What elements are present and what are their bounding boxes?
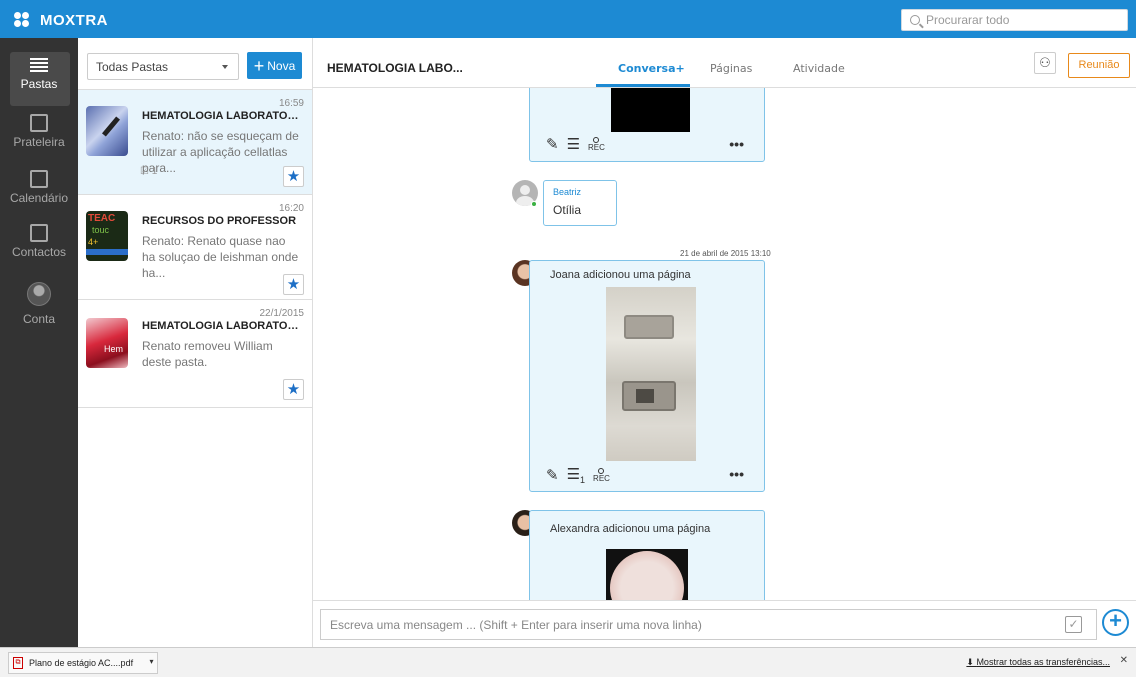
folder-preview: Renato: não se esqueçam de utilizar a ap… [142, 129, 299, 175]
logo-mark-icon [14, 12, 36, 28]
folder-title: HEMATOLOGIA LABORATORI... [142, 320, 302, 332]
page-card[interactable]: Alexandra adicionou uma página [529, 510, 765, 600]
page-thumbnail [611, 88, 690, 132]
left-nav: Pastas Prateleira Calendário Contactos C… [0, 38, 78, 647]
comment-icon[interactable]: ☰ [567, 135, 580, 153]
folder-list-header: Todas Pastas + Nova [78, 38, 312, 90]
folder-time: 16:20 [278, 203, 304, 214]
conversation-feed: ✎ ☰ REC ••• Beatriz Otília 21 de abril d… [313, 88, 1136, 600]
new-folder-button[interactable]: + Nova [247, 52, 302, 79]
todo-check-icon[interactable]: ✓ [1065, 616, 1082, 633]
chat-bubble: Beatriz Otília [543, 180, 617, 226]
folder-item[interactable]: 16:59 HEMATOLOGIA LABORATORI... Renato: … [78, 90, 312, 195]
pdf-icon: ⧉ [13, 657, 23, 669]
record-icon[interactable]: REC [588, 136, 605, 152]
tab-paginas[interactable]: Páginas [710, 62, 752, 75]
shelf-icon [30, 114, 48, 132]
folder-title: RECURSOS DO PROFESSOR [142, 215, 297, 227]
logo-text: MOXTRA [40, 11, 108, 29]
caret-down-icon [222, 65, 228, 69]
folder-filter-dropdown[interactable]: Todas Pastas [87, 53, 239, 80]
top-bar: MOXTRA Procurarar todo [0, 0, 1136, 38]
meeting-button[interactable]: Reunião [1068, 53, 1130, 78]
star-icon[interactable]: ★ [283, 379, 304, 400]
star-icon[interactable]: ★ [283, 166, 304, 187]
more-options-icon[interactable]: ••• [729, 136, 744, 152]
folder-time: 22/1/2015 [259, 308, 305, 319]
page-thumbnail [606, 287, 696, 461]
folder-preview: Renato: Renato quase nao ha soluçao de l… [142, 234, 299, 280]
card-text: Alexandra adicionou uma página [550, 523, 711, 535]
nav-item-contactos[interactable]: Contactos [0, 224, 78, 259]
pencil-icon[interactable]: ✎ [546, 466, 559, 484]
star-icon[interactable]: ★ [283, 274, 304, 295]
folder-item[interactable]: TEAC touc 4+ 16:20 RECURSOS DO PROFESSOR… [78, 195, 312, 300]
page-thumbnail [606, 549, 688, 600]
conversation-header: HEMATOLOGIA LABO... Conversa+ Páginas At… [313, 38, 1136, 88]
message-timestamp: 21 de abril de 2015 13:10 [680, 249, 771, 258]
close-icon[interactable]: ✕ [1120, 655, 1128, 666]
calendar-icon [30, 170, 48, 188]
folder-thumbnail: TEAC touc 4+ [86, 211, 128, 261]
moxtra-logo[interactable]: MOXTRA [14, 10, 108, 30]
message-input[interactable]: Escreva uma mensagem ... (Shift + Enter … [320, 609, 1097, 640]
todo-count: ☑ 1 [140, 166, 158, 177]
nav-label: Contactos [11, 245, 67, 259]
folder-time: 16:59 [278, 98, 304, 109]
search-placeholder: Procurarar todo [926, 13, 1010, 27]
folder-item[interactable]: Hem 22/1/2015 HEMATOLOGIA LABORATORI... … [78, 300, 312, 408]
sender-name: Beatriz [553, 187, 582, 197]
tab-atividade[interactable]: Atividade [793, 62, 845, 75]
download-menu-arrow[interactable]: ▾ [146, 652, 158, 674]
download-bar: ⧉ Plano de estágio AC....pdf ▾ ⬇ Mostrar… [0, 647, 1136, 677]
search-input[interactable]: Procurarar todo [901, 9, 1128, 31]
page-title: HEMATOLOGIA LABO... [327, 61, 463, 75]
download-item[interactable]: ⧉ Plano de estágio AC....pdf [8, 652, 148, 674]
folder-title: HEMATOLOGIA LABORATORI... [142, 110, 302, 122]
nav-label: Conta [22, 312, 56, 326]
page-card[interactable]: ✎ ☰ REC ••• [529, 88, 765, 162]
show-all-downloads-link[interactable]: ⬇ Mostrar todas as transferências... [966, 657, 1110, 668]
new-button-label: Nova [267, 58, 296, 73]
card-toolbar: ✎ ☰ REC [546, 135, 605, 153]
list-icon [30, 56, 48, 74]
nav-label: Calendário [9, 191, 69, 205]
online-status-dot [531, 201, 537, 207]
add-button[interactable]: + [1102, 609, 1129, 636]
folder-thumbnail [86, 106, 128, 156]
download-filename: Plano de estágio AC....pdf [29, 658, 134, 668]
message-placeholder: Escreva uma mensagem ... (Shift + Enter … [330, 618, 702, 632]
nav-label: Prateleira [13, 135, 65, 149]
message-composer: Escreva uma mensagem ... (Shift + Enter … [313, 600, 1136, 647]
dropdown-value: Todas Pastas [96, 60, 169, 74]
pencil-icon[interactable]: ✎ [546, 135, 559, 153]
account-avatar [27, 282, 51, 306]
more-options-icon[interactable]: ••• [729, 466, 744, 482]
active-tab-indicator [596, 84, 690, 87]
page-card[interactable]: Joana adicionou uma página ✎ ☰1 REC ••• [529, 260, 765, 492]
search-icon [910, 15, 920, 25]
members-icon[interactable]: ⚇ [1034, 52, 1056, 74]
tab-conversa[interactable]: Conversa+ [618, 62, 685, 75]
plus-icon: + [253, 55, 265, 76]
contacts-icon [30, 224, 48, 242]
card-text: Joana adicionou uma página [550, 269, 691, 281]
card-toolbar: ✎ ☰1 REC [546, 465, 610, 485]
nav-item-calendario[interactable]: Calendário [0, 170, 78, 205]
comment-icon[interactable]: ☰1 [567, 465, 585, 485]
folder-list: Todas Pastas + Nova 16:59 HEMATOLOGIA LA… [78, 38, 313, 647]
nav-label: Pastas [20, 77, 58, 91]
folder-preview: Renato removeu William deste pasta. [142, 339, 273, 369]
message-text: Otília [553, 203, 582, 217]
nav-item-prateleira[interactable]: Prateleira [0, 114, 78, 149]
nav-item-conta[interactable]: Conta [0, 282, 78, 326]
record-icon[interactable]: REC [593, 467, 610, 483]
nav-item-pastas[interactable]: Pastas [0, 52, 78, 106]
folder-thumbnail: Hem [86, 318, 128, 368]
